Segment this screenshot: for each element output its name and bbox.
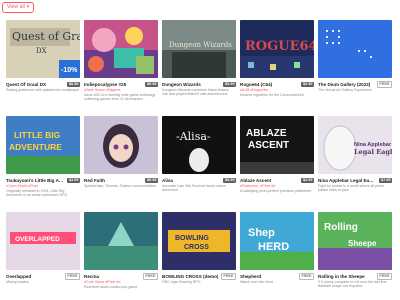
game-title[interactable]: Indiepocalypse #25 [84, 82, 126, 87]
game-thumbnail[interactable]: LITTLE BIG ADVENTURE [6, 116, 80, 174]
thumb-title: Shep [248, 227, 275, 239]
rolling-sheepe-art: Rolling Sheepe [318, 212, 392, 270]
thumb-title: Dungeon Wizards [169, 41, 232, 49]
game-thumbnail[interactable]: Shep HERD [240, 212, 314, 270]
game-description: Accurate Late 90s Survival horror action… [162, 184, 226, 193]
thumb-subtitle: HERD [258, 241, 289, 253]
game-thumbnail[interactable]: ABLAZE ASCENT [240, 116, 314, 174]
game-thumbnail[interactable]: OVERLAPPED [6, 212, 80, 270]
indiepocalypse-art [84, 20, 158, 78]
game-thumbnail[interactable] [84, 20, 158, 78]
game-description: A satisfying pixel-perfect precision pla… [240, 188, 312, 193]
game-title[interactable]: Red Faith [84, 178, 105, 183]
thumb-title: LITTLE BIG [14, 130, 61, 140]
game-title[interactable]: Rolling in the Sheepe [318, 274, 365, 279]
game-thumbnail[interactable]: BOWLING CROSS [162, 212, 236, 270]
game-title[interactable]: Recina [84, 274, 99, 279]
price-badge: FREE [64, 273, 80, 280]
price-badge: $2.99 [301, 178, 314, 183]
thumb-title: ABLAZE [246, 128, 287, 139]
quest-of-graal-art: Quest of Graal DX -10% [6, 20, 80, 78]
alisa-art: -Alisa- [162, 116, 236, 174]
game-description: Originally released in 1994, Little Big … [6, 188, 68, 197]
price-badge: $9.99 [145, 178, 158, 183]
game-description: Modern roguelike for the Commodore64 [240, 92, 304, 97]
price-badge: $5.99 [223, 82, 236, 87]
game-title[interactable]: Dungeon Wizards [162, 82, 201, 87]
game-title[interactable]: Ablaze Ascent [240, 178, 271, 183]
thumb-subtitle: Legal Eagle [354, 148, 392, 156]
little-big-adventure-art: LITTLE BIG ADVENTURE [6, 116, 80, 174]
price-badge: $7.99 [379, 178, 392, 183]
view-all-label: View all [7, 4, 25, 10]
game-title[interactable]: Rogue64 (C64) [240, 82, 272, 87]
game-description: GBC style Bowling RPG [162, 280, 201, 284]
game-title[interactable]: Quest Of Graal DX [6, 82, 46, 87]
price-badge: $3.99 [67, 178, 80, 183]
thumb-title: -Alisa- [176, 130, 211, 143]
chevron-down-icon: ▾ [26, 4, 30, 10]
game-title[interactable]: Tsukuyomi's Little Big Adventure Classic [6, 178, 64, 183]
game-thumbnail[interactable]: Rolling Sheepe [318, 212, 392, 270]
game-title[interactable]: Overlapped [6, 274, 31, 279]
thumb-title: ROGUE64 [245, 39, 314, 54]
game-description: Dungeon Wizards combines Wave-Based, rul… [162, 88, 230, 97]
bowling-cross-art: BOWLING CROSS [162, 212, 236, 270]
game-grid: Quest of Graal DX -10% Quest Of Graal DX… [0, 18, 400, 300]
game-thumbnail[interactable]: Dungeon Wizards [162, 20, 236, 78]
dungeon-wizards-art: Dungeon Wizards [162, 20, 236, 78]
thumb-subtitle: Sheepe [348, 239, 377, 248]
game-thumbnail[interactable]: -Alisa- [162, 116, 236, 174]
dium-gallery-art [318, 20, 392, 78]
game-thumbnail[interactable] [84, 116, 158, 174]
price-badge: $9.99 [145, 82, 158, 87]
game-description: Racing platformer with plataformer multi… [6, 88, 80, 92]
game-description: Sprintordian, Secrets, Sinless communica… [84, 184, 157, 188]
discount-badge: -10% [61, 67, 78, 74]
game-thumbnail[interactable]: ROGUE64 [240, 20, 314, 78]
view-all-button[interactable]: View all ▾ [2, 2, 35, 13]
game-title[interactable]: The Dium Gallery (2022) [318, 82, 370, 87]
price-badge: FREE [142, 273, 158, 280]
ablaze-ascent-art: ABLAZE ASCENT [240, 116, 314, 174]
red-faith-art [84, 116, 158, 174]
game-title[interactable]: Nina Applebar Legal Eagle: Season One [318, 178, 376, 183]
overlapped-art: OVERLAPPED [6, 212, 80, 270]
game-description: Mixing toddles [6, 280, 29, 284]
game-title[interactable]: Alisa [162, 178, 173, 183]
thumb-subtitle: CROSS [184, 244, 209, 251]
price-badge: FREE [220, 273, 236, 280]
game-description: Issue #25 of a monthly indie game anthol… [84, 92, 156, 101]
rogue64-art: ROGUE64 [240, 20, 314, 78]
game-thumbnail[interactable] [84, 212, 158, 270]
nina-applebar-art: Nina Applebar Legal Eagle [318, 116, 392, 174]
game-thumbnail[interactable] [318, 20, 392, 78]
game-description: Real time audio cooled cup game [84, 284, 138, 289]
thumb-subtitle: ASCENT [248, 140, 289, 151]
price-badge: $0.50 [67, 82, 80, 87]
game-description: 2 9 sheep complete to roll over the last… [318, 280, 388, 289]
thumb-title: OVERLAPPED [15, 236, 60, 243]
game-description: Fight for justice in a world where all p… [318, 184, 385, 193]
game-description: Watch over the Herd [240, 280, 273, 284]
game-description: The Virtual Art Gallery Experience [318, 88, 373, 92]
price-badge: FREE [376, 81, 392, 88]
recina-art [84, 212, 158, 270]
game-title[interactable]: Shepherd [240, 274, 261, 279]
game-thumbnail[interactable]: Nina Applebar Legal Eagle [318, 116, 392, 174]
thumb-title: Quest of Graal [12, 30, 80, 43]
price-badge: FREE [376, 273, 392, 280]
thumb-title: BOWLING [175, 235, 209, 242]
price-badge: $9.99 [223, 178, 236, 183]
price-badge: FREE [298, 273, 314, 280]
thumb-title: Rolling [324, 222, 358, 233]
game-title[interactable]: BOWLING CROSS (demo) [162, 274, 218, 279]
price-badge: $2.50 [301, 82, 314, 87]
shepherd-art: Shep HERD [240, 212, 314, 270]
thumb-subtitle: DX [36, 47, 47, 55]
thumb-subtitle: ADVENTURE [9, 142, 62, 152]
game-thumbnail[interactable]: Quest of Graal DX -10% [6, 20, 80, 78]
